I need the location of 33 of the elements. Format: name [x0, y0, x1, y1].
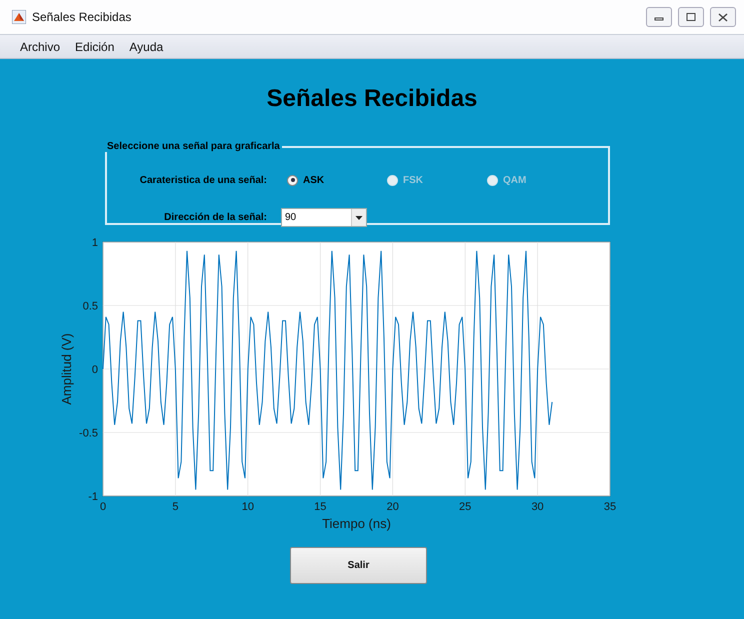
tick-label: 25: [459, 501, 472, 513]
tick-label: 5: [172, 501, 178, 513]
app-icon: [12, 10, 26, 24]
tick-label: 15: [314, 501, 326, 513]
radio-option[interactable]: ASK: [287, 174, 387, 186]
tick-label: 35: [604, 501, 616, 513]
panel-title: Seleccione una señal para graficarla: [106, 141, 281, 152]
axis-label: Tiempo (ns): [322, 516, 391, 531]
tick-label: 0: [100, 501, 106, 513]
tick-label: 20: [386, 501, 399, 513]
tick-label: -0.5: [79, 428, 98, 440]
exit-button[interactable]: Salir: [290, 547, 427, 584]
field-label: Carateristica de una señal:: [138, 174, 267, 186]
menu-item[interactable]: Ayuda: [129, 40, 164, 54]
tick-label: 1: [92, 237, 98, 249]
field-label: Dirección de la señal:: [163, 212, 267, 222]
window-title: Señales Recibidas: [32, 10, 132, 24]
maximize-icon: [686, 13, 696, 21]
close-button[interactable]: [710, 7, 736, 27]
menu-item[interactable]: Edición: [75, 40, 114, 54]
tick-label: 0: [92, 364, 98, 376]
minimize-button[interactable]: [646, 7, 672, 27]
page-heading: Señales Recibidas: [266, 85, 478, 113]
close-icon: [718, 12, 728, 22]
tick-label: 30: [531, 501, 544, 513]
tick-label: 10: [242, 501, 254, 513]
caret-icon: [351, 208, 366, 226]
tick-label: 0.5: [82, 300, 98, 312]
menu-item[interactable]: Archivo: [20, 40, 60, 54]
axis-label: Amplitud (V): [59, 333, 74, 405]
maximize-button[interactable]: [678, 7, 704, 27]
tick-label: -1: [88, 491, 98, 503]
direction-dropdown[interactable]: 90: [281, 208, 367, 226]
